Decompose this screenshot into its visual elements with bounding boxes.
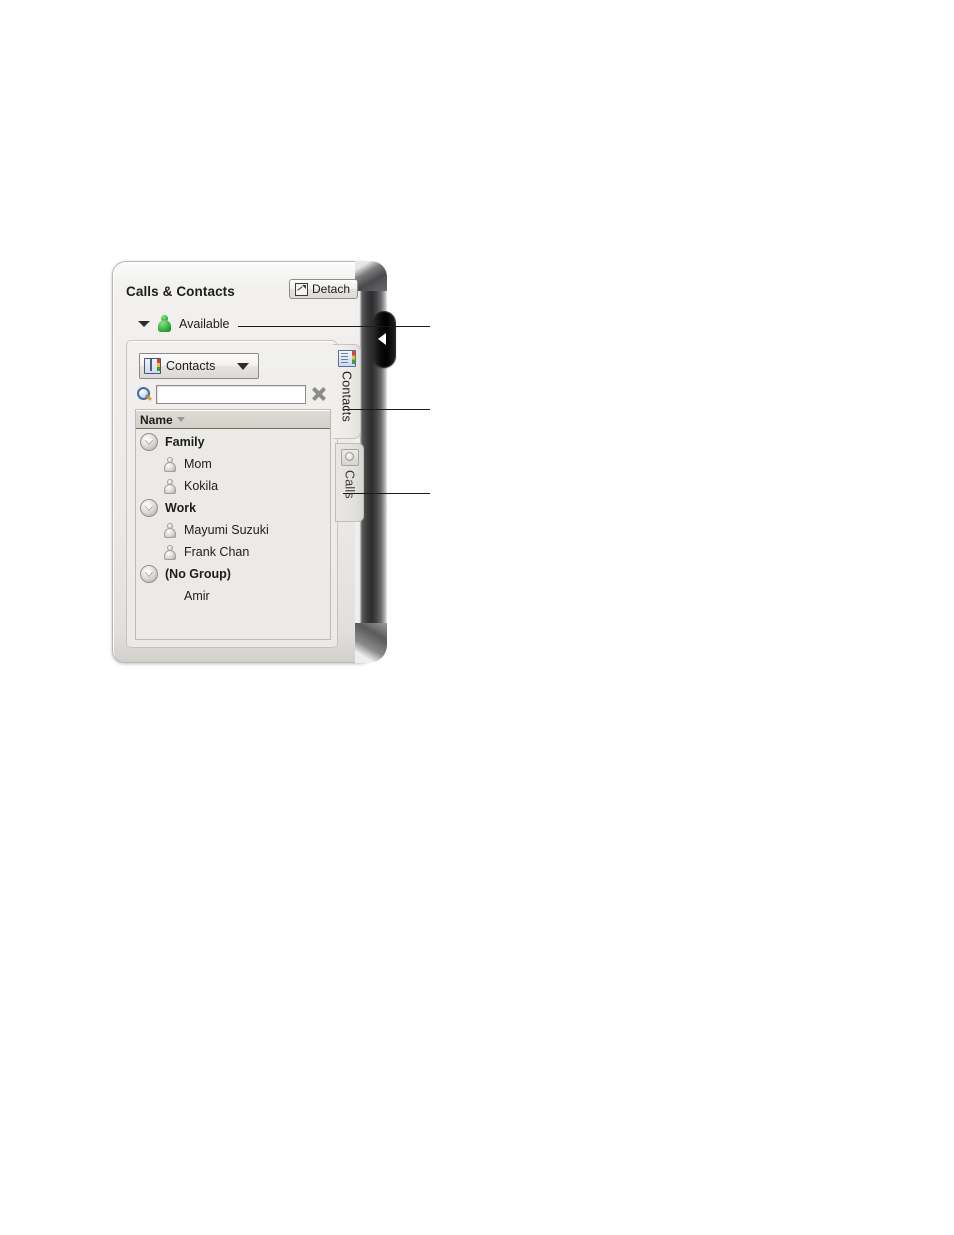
page-title: Calls & Contacts (126, 284, 235, 299)
search-input[interactable] (156, 384, 306, 404)
presence-status-label[interactable]: Available (179, 317, 230, 331)
device-spine-top-bevel (355, 261, 387, 291)
chevron-down-icon (237, 362, 249, 370)
contact-row[interactable]: Mayumi Suzuki (136, 519, 330, 541)
column-header-name[interactable]: Name (136, 410, 330, 429)
contact-row[interactable]: Mom (136, 453, 330, 475)
contact-row-label: Frank Chan (184, 545, 250, 559)
caret-down-icon[interactable] (138, 320, 150, 327)
presence-available-icon (157, 315, 172, 332)
tab-contacts[interactable]: Contacts (333, 344, 361, 439)
contact-group-row[interactable]: (No Group) (136, 563, 330, 585)
contact-row-label: Family (165, 435, 205, 449)
contact-source-label: Contacts (166, 359, 216, 373)
column-header-label: Name (140, 412, 173, 427)
contacts-tab-icon (337, 350, 356, 367)
address-book-icon (144, 358, 161, 374)
contact-avatar-icon (164, 478, 177, 494)
tab-contacts-label: Contacts (339, 371, 354, 422)
device-illustration: Calls & Contacts Detach Available Contac… (112, 261, 395, 663)
contact-rows: Family Mom Kokila Work Mayumi Suzuki Frank Ch… (136, 429, 330, 607)
expander-collapse-icon[interactable] (140, 565, 158, 583)
contact-row-label: Amir (184, 589, 210, 603)
detach-icon (295, 282, 308, 296)
callout-line-status (238, 326, 430, 327)
callout-line-calls-tab (343, 493, 430, 494)
contact-row[interactable]: Kokila (136, 475, 330, 497)
expander-collapse-icon[interactable] (140, 499, 158, 517)
tab-calls[interactable]: Calls (335, 443, 364, 522)
contact-row[interactable]: Frank Chan (136, 541, 330, 563)
tab-calls-label: Calls (342, 470, 357, 499)
expander-collapse-icon[interactable] (140, 433, 158, 451)
device-spine-bottom-bevel (355, 623, 387, 663)
contact-avatar-icon (164, 456, 177, 472)
contact-row-label: Work (165, 501, 197, 515)
clear-x-icon[interactable] (311, 386, 327, 402)
contact-source-dropdown[interactable]: Contacts (139, 353, 259, 379)
callout-line-contacts-tab (343, 409, 430, 410)
triangle-left-icon (378, 333, 386, 345)
contact-row-label: Mayumi Suzuki (184, 523, 269, 537)
contact-group-row[interactable]: Family (136, 431, 330, 453)
detach-button[interactable]: Detach (289, 279, 359, 299)
contact-row-label: Mom (184, 457, 212, 471)
contact-row-label: (No Group) (165, 567, 231, 581)
contact-row-label: Kokila (184, 479, 219, 493)
magnifier-icon[interactable] (136, 386, 153, 403)
contact-group-row[interactable]: Work (136, 497, 330, 519)
contact-row[interactable]: Amir (136, 585, 330, 607)
contact-avatar-icon (164, 522, 177, 538)
contact-list[interactable]: Name Family Mom Kokila Work Mayumi Suzuki Fra… (135, 409, 331, 640)
presence-status-row[interactable]: Available (138, 315, 230, 332)
detach-button-label: Detach (312, 282, 351, 296)
hardware-collapse-button[interactable] (373, 312, 395, 367)
sort-descending-icon (176, 417, 185, 422)
search-row (135, 383, 331, 405)
contacts-tab-panel: Contacts Name Family Mom Kokila Work Mayumi … (126, 340, 338, 648)
calls-tab-icon (340, 449, 359, 466)
contact-avatar-icon (164, 544, 177, 560)
